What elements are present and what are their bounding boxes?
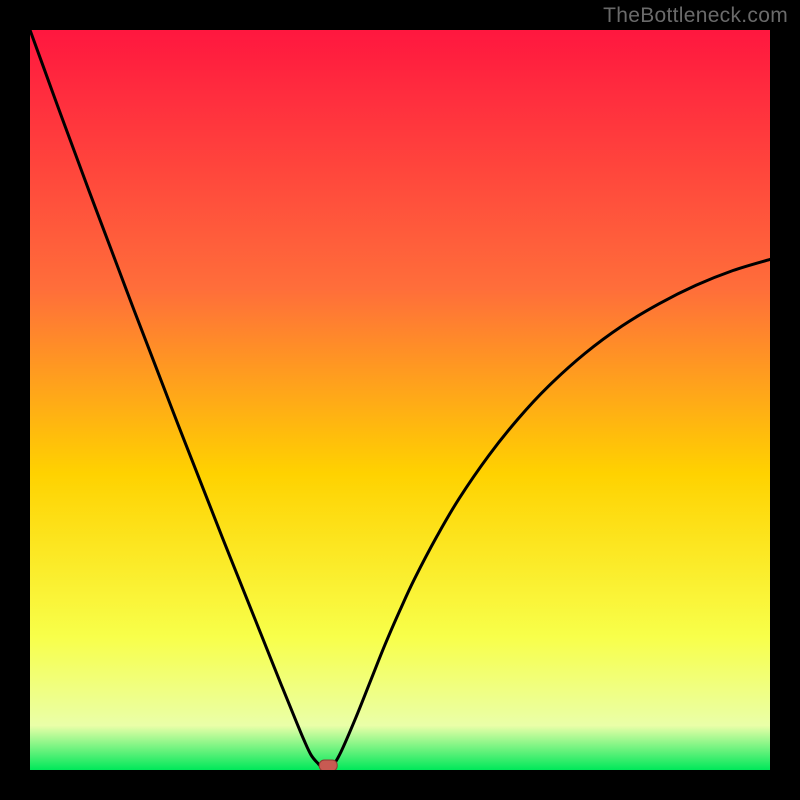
optimum-marker	[319, 760, 337, 770]
watermark-text: TheBottleneck.com	[603, 4, 788, 28]
bottleneck-chart	[30, 30, 770, 770]
gradient-background	[30, 30, 770, 770]
plot-area	[30, 30, 770, 770]
chart-frame: TheBottleneck.com	[0, 0, 800, 800]
